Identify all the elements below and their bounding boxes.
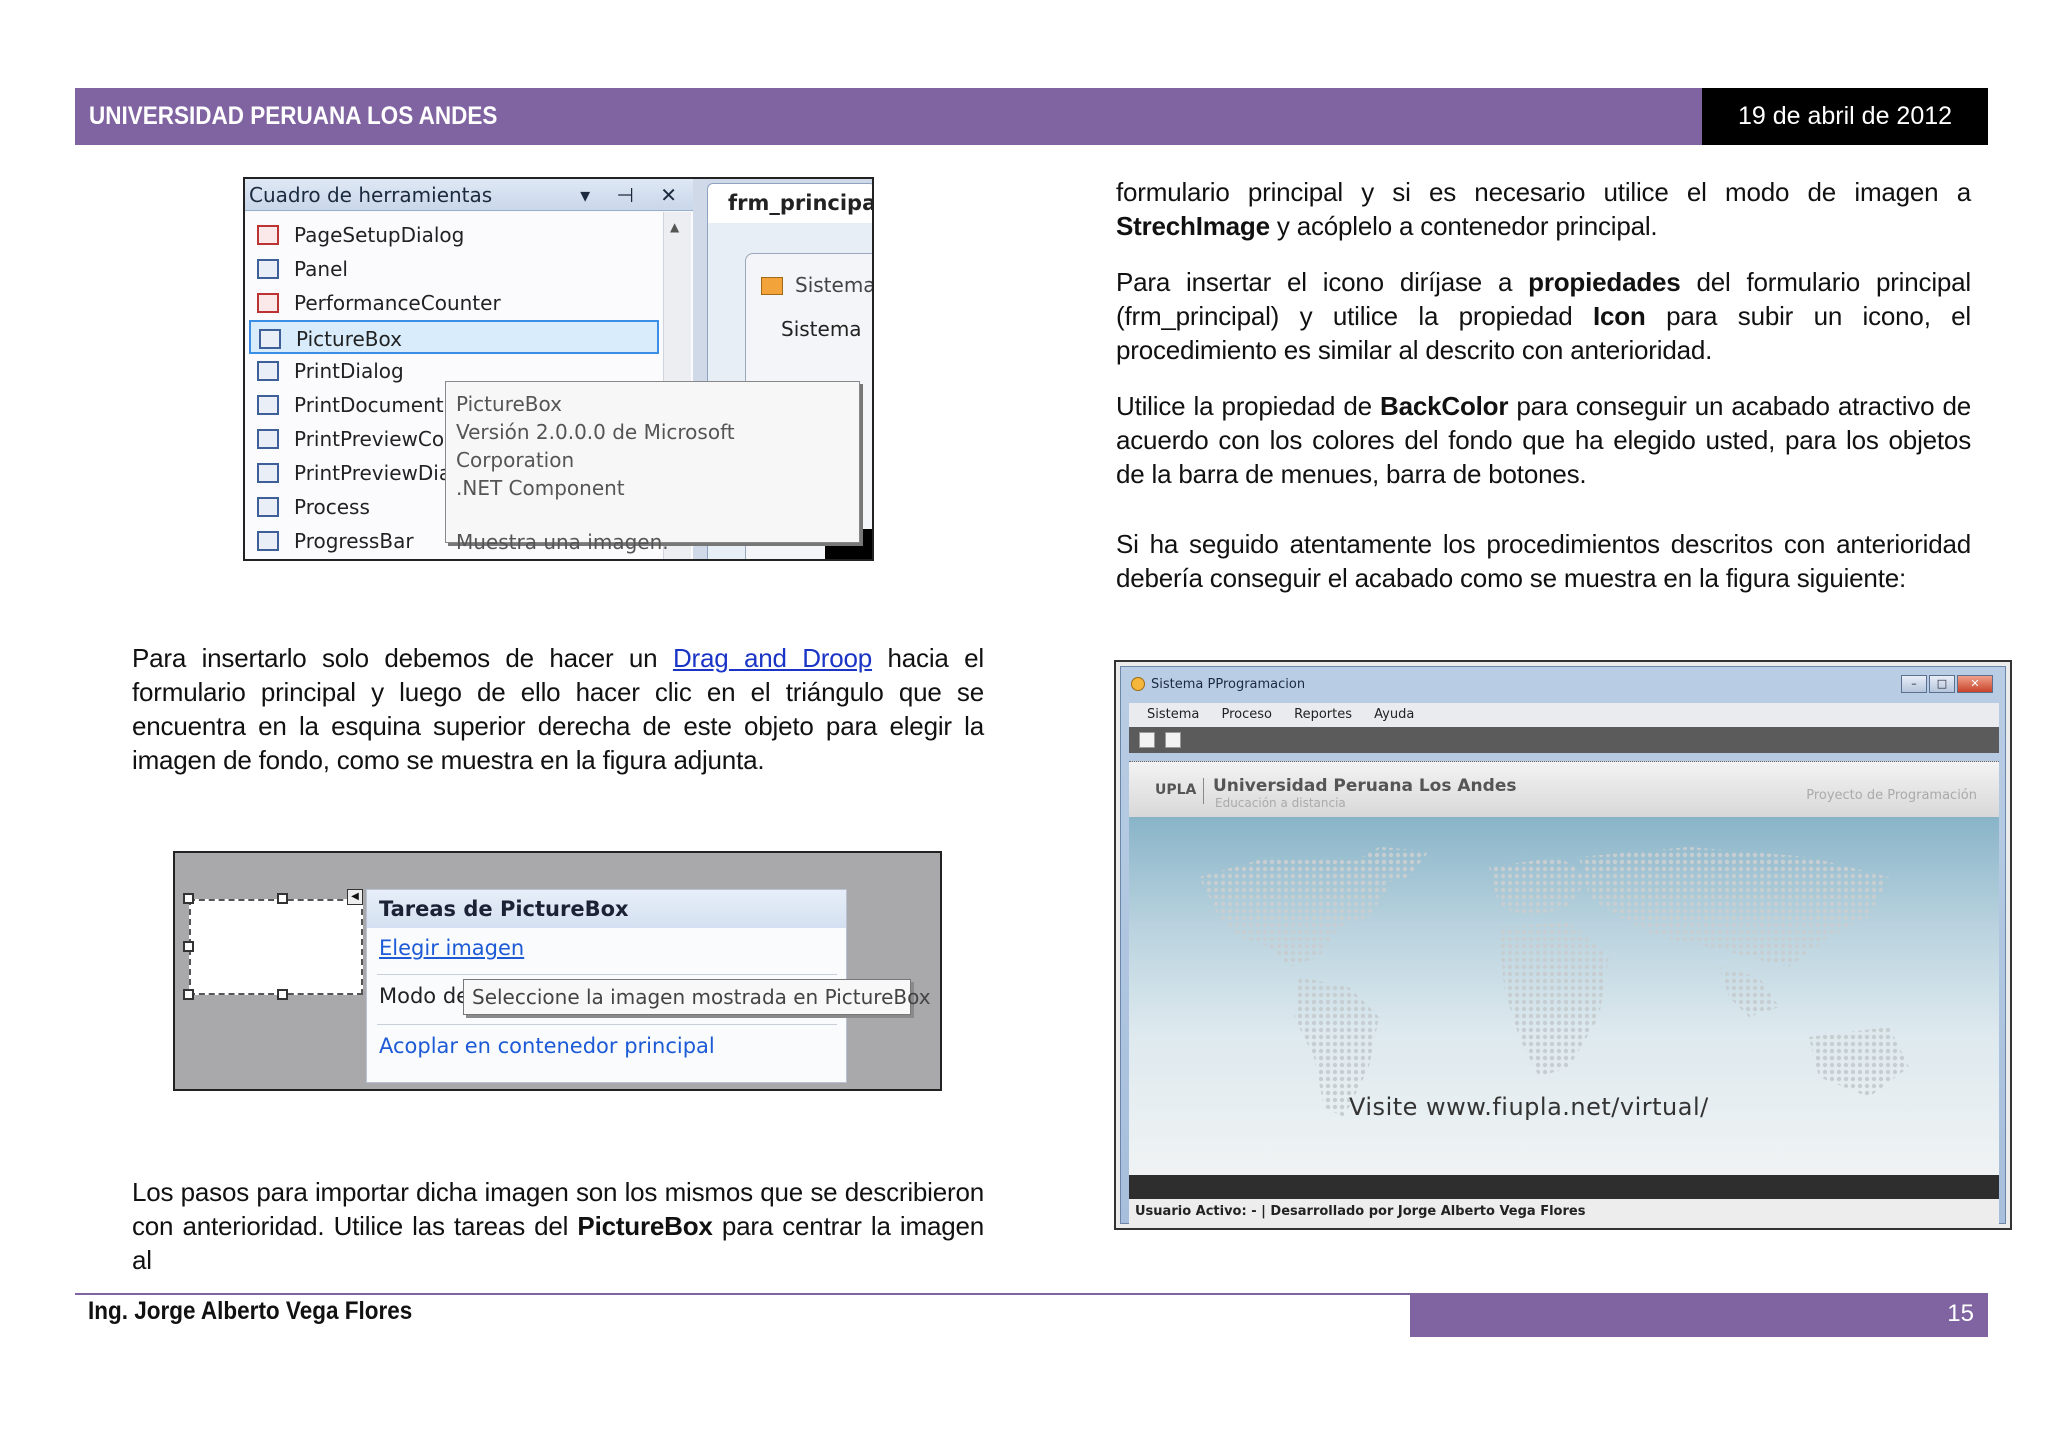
status-bar: Usuario Activo: - | Desarrollado por Jor… bbox=[1129, 1199, 1999, 1225]
app-banner: UPLA Universidad Peruana Los Andes Educa… bbox=[1129, 761, 1999, 817]
progressbar-icon bbox=[257, 531, 279, 551]
tab-frm-principal[interactable]: frm_principal. bbox=[707, 183, 872, 223]
paragraph-backcolor: Utilice la propiedad de BackColor para c… bbox=[1116, 391, 1971, 489]
close-icon[interactable]: ✕ bbox=[1957, 675, 1993, 693]
tooltip-name: PictureBox bbox=[456, 392, 562, 416]
scroll-up-icon[interactable]: ▲ bbox=[670, 220, 679, 234]
menu-proceso[interactable]: Proceso bbox=[1222, 707, 1273, 722]
paragraph-result: Si ha seguido atentamente los procedimie… bbox=[1116, 529, 1971, 593]
page-header: UNIVERSIDAD PERUANA LOS ANDES 19 de abri… bbox=[75, 88, 1988, 145]
toolbox-screenshot: frm_principal. Sistema Sistema Cuadro de… bbox=[243, 177, 874, 561]
print-preview-dialog-icon bbox=[257, 463, 279, 483]
university-name: Universidad Peruana Los Andes bbox=[1213, 776, 1517, 796]
pagesetup-icon bbox=[257, 225, 279, 245]
page-number: 15 bbox=[1410, 1293, 1988, 1337]
app-menubar: Sistema Proceso Reportes Ayuda bbox=[1129, 703, 1999, 727]
process-icon bbox=[257, 497, 279, 517]
dock-parent-link[interactable]: Acoplar en contenedor principal bbox=[379, 1034, 715, 1058]
picturebox-tasks-screenshot: ◀ Tareas de PictureBox Elegir imagen Mod… bbox=[173, 851, 942, 1091]
resize-handle[interactable] bbox=[277, 893, 288, 904]
drag-drop-link[interactable]: Drag and Droop bbox=[673, 643, 872, 673]
print-dialog-icon bbox=[257, 361, 279, 381]
app-toolbar bbox=[1129, 727, 1999, 753]
project-label: Proyecto de Programación bbox=[1806, 788, 1977, 803]
smart-tag-arrow-icon[interactable]: ◀ bbox=[347, 889, 363, 905]
choose-image-tooltip: Seleccione la imagen mostrada en Picture… bbox=[463, 979, 931, 1015]
paragraph-icon: Para insertar el icono diríjase a propie… bbox=[1116, 267, 1972, 365]
picturebox-icon bbox=[259, 329, 281, 349]
print-document-icon bbox=[257, 395, 279, 415]
toolbox-item[interactable]: PerformanceCounter bbox=[249, 286, 659, 320]
dark-strip bbox=[1129, 1175, 1999, 1199]
header-title: UNIVERSIDAD PERUANA LOS ANDES bbox=[89, 102, 498, 130]
header-date: 19 de abril de 2012 bbox=[1702, 88, 1988, 145]
picturebox-tooltip: PictureBox Versión 2.0.0.0 de Microsoft … bbox=[445, 381, 860, 554]
visit-website-text: Visite www.fiupla.net/virtual/ bbox=[1349, 1093, 1709, 1121]
toolbox-item-selected[interactable]: PictureBox bbox=[249, 320, 659, 354]
resize-handle[interactable] bbox=[183, 989, 194, 1000]
resize-handle[interactable] bbox=[277, 989, 288, 1000]
tasks-title: Tareas de PictureBox bbox=[367, 890, 846, 928]
picturebox-control[interactable] bbox=[189, 899, 363, 995]
maximize-icon[interactable]: □ bbox=[1929, 675, 1955, 693]
form-caption: Sistema bbox=[795, 273, 874, 297]
toolbox-controls-icon[interactable]: ▾ ⊣ ✕ bbox=[580, 179, 687, 211]
choose-image-link[interactable]: Elegir imagen bbox=[379, 936, 524, 960]
resize-handle[interactable] bbox=[183, 893, 194, 904]
print-preview-control-icon bbox=[257, 429, 279, 449]
minimize-icon[interactable]: – bbox=[1901, 675, 1927, 693]
app-window-screenshot: Sistema PProgramacion – □ ✕ Sistema Proc… bbox=[1114, 660, 2012, 1230]
window-title: Sistema PProgramacion bbox=[1151, 677, 1306, 692]
form-menu-sistema[interactable]: Sistema bbox=[781, 317, 862, 341]
paragraph-stretch: formulario principal y si es necesario u… bbox=[1116, 177, 1971, 241]
upla-logo: UPLA bbox=[1155, 782, 1197, 798]
users-icon[interactable] bbox=[1165, 732, 1181, 748]
tooltip-kind: .NET Component bbox=[456, 476, 625, 500]
resize-handle[interactable] bbox=[183, 941, 194, 952]
edit-icon[interactable] bbox=[1139, 732, 1155, 748]
form-icon bbox=[761, 277, 783, 295]
window-controls: – □ ✕ bbox=[1901, 675, 1993, 693]
size-mode-label: Modo de bbox=[379, 984, 470, 1008]
footer-author: Ing. Jorge Alberto Vega Flores bbox=[88, 1297, 413, 1325]
menu-ayuda[interactable]: Ayuda bbox=[1374, 707, 1414, 722]
world-map-background: Visite www.fiupla.net/virtual/ bbox=[1129, 817, 1999, 1175]
paragraph-import-steps: Los pasos para importar dicha imagen son… bbox=[132, 1177, 985, 1275]
toolbox-item[interactable]: PageSetupDialog bbox=[249, 218, 659, 252]
toolbox-title: Cuadro de herramientas bbox=[249, 183, 493, 207]
panel-icon bbox=[257, 259, 279, 279]
toolbox-header: Cuadro de herramientas ▾ ⊣ ✕ bbox=[245, 179, 693, 211]
menu-sistema[interactable]: Sistema bbox=[1147, 707, 1199, 722]
university-subtitle: Educación a distancia bbox=[1215, 796, 1346, 810]
menu-reportes[interactable]: Reportes bbox=[1294, 707, 1352, 722]
app-icon bbox=[1131, 677, 1145, 691]
performance-counter-icon bbox=[257, 293, 279, 313]
tooltip-version: Versión 2.0.0.0 de Microsoft Corporation bbox=[456, 420, 735, 472]
world-map-dots bbox=[1199, 847, 1909, 1117]
app-window: Sistema PProgramacion – □ ✕ Sistema Proc… bbox=[1120, 666, 2006, 1225]
paragraph-drag-drop: Para insertarlo solo debemos de hacer un… bbox=[132, 643, 984, 775]
toolbox-item[interactable]: Panel bbox=[249, 252, 659, 286]
tooltip-description: Muestra una imagen. bbox=[456, 530, 669, 554]
